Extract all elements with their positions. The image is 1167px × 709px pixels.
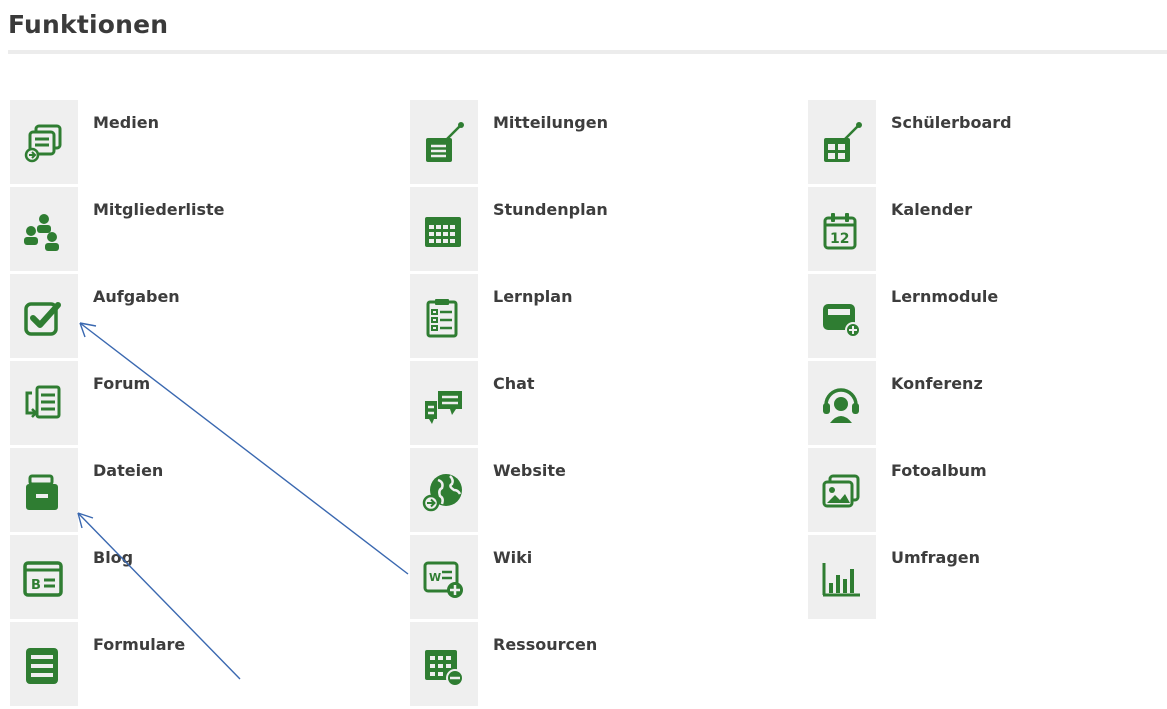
function-tile[interactable] bbox=[10, 448, 78, 532]
function-item-mitteilungen[interactable]: Mitteilungen bbox=[410, 100, 740, 187]
function-tile[interactable] bbox=[10, 622, 78, 706]
function-item-forum[interactable]: Forum bbox=[10, 361, 340, 448]
function-tile[interactable] bbox=[808, 274, 876, 358]
function-item-fotoalbum[interactable]: Fotoalbum bbox=[808, 448, 1138, 535]
announcements-icon bbox=[426, 122, 464, 162]
learning-modules-icon bbox=[823, 304, 861, 338]
function-label[interactable]: Umfragen bbox=[891, 548, 980, 567]
function-label[interactable]: Konferenz bbox=[891, 374, 983, 393]
svg-text:W: W bbox=[429, 571, 441, 584]
forms-icon bbox=[26, 648, 58, 684]
function-label[interactable]: Wiki bbox=[493, 548, 532, 567]
function-item-kalender[interactable]: 12 Kalender bbox=[808, 187, 1138, 274]
blog-icon: B bbox=[23, 561, 63, 597]
calendar-icon: 12 bbox=[823, 213, 857, 250]
function-tile[interactable] bbox=[410, 448, 478, 532]
function-tile[interactable] bbox=[410, 622, 478, 706]
function-label[interactable]: Ressourcen bbox=[493, 635, 597, 654]
chat-icon bbox=[425, 391, 462, 424]
function-item-lernplan[interactable]: Lernplan bbox=[410, 274, 740, 361]
function-item-dateien[interactable]: Dateien bbox=[10, 448, 340, 535]
function-item-lernmodule[interactable]: Lernmodule bbox=[808, 274, 1138, 361]
function-item-website[interactable]: Website bbox=[410, 448, 740, 535]
function-label[interactable]: Stundenplan bbox=[493, 200, 608, 219]
function-item-formulare[interactable]: Formulare bbox=[10, 622, 340, 709]
function-item-chat[interactable]: Chat bbox=[410, 361, 740, 448]
function-item-schuelerboard[interactable]: Schülerboard bbox=[808, 100, 1138, 187]
function-label[interactable]: Schülerboard bbox=[891, 113, 1012, 132]
function-item-stundenplan[interactable]: Stundenplan bbox=[410, 187, 740, 274]
function-tile[interactable]: 12 bbox=[808, 187, 876, 271]
function-label[interactable]: Lernplan bbox=[493, 287, 572, 306]
function-label[interactable]: Aufgaben bbox=[93, 287, 180, 306]
photo-album-icon bbox=[822, 474, 860, 508]
learning-plan-icon bbox=[426, 299, 458, 338]
function-tile[interactable] bbox=[808, 535, 876, 619]
function-label[interactable]: Chat bbox=[493, 374, 535, 393]
function-tile[interactable] bbox=[410, 187, 478, 271]
function-column-1: Medien Mitgliederliste Aufgaben Forum Da… bbox=[10, 100, 340, 709]
function-tile[interactable]: W bbox=[410, 535, 478, 619]
function-item-aufgaben[interactable]: Aufgaben bbox=[10, 274, 340, 361]
function-label[interactable]: Blog bbox=[93, 548, 133, 567]
function-item-blog[interactable]: B Blog bbox=[10, 535, 340, 622]
function-label[interactable]: Website bbox=[493, 461, 566, 480]
title-divider bbox=[8, 50, 1167, 54]
function-item-umfragen[interactable]: Umfragen bbox=[808, 535, 1138, 622]
function-label[interactable]: Mitteilungen bbox=[493, 113, 608, 132]
files-briefcase-icon bbox=[26, 474, 58, 510]
function-label[interactable]: Forum bbox=[93, 374, 150, 393]
function-label[interactable]: Medien bbox=[93, 113, 159, 132]
media-icon bbox=[24, 124, 62, 163]
function-column-3: Schülerboard 12 Kalender Lernmodule Konf… bbox=[808, 100, 1138, 622]
svg-text:B: B bbox=[31, 578, 41, 593]
function-label[interactable]: Mitgliederliste bbox=[93, 200, 225, 219]
function-tile[interactable] bbox=[10, 274, 78, 358]
function-label[interactable]: Dateien bbox=[93, 461, 163, 480]
function-tile[interactable] bbox=[808, 448, 876, 532]
function-tile[interactable] bbox=[808, 361, 876, 445]
function-tile[interactable] bbox=[410, 100, 478, 184]
function-tile[interactable] bbox=[10, 361, 78, 445]
forum-icon bbox=[25, 385, 61, 419]
function-tile[interactable] bbox=[410, 361, 478, 445]
function-item-ressourcen[interactable]: Ressourcen bbox=[410, 622, 740, 709]
function-label[interactable]: Fotoalbum bbox=[891, 461, 987, 480]
function-label[interactable]: Lernmodule bbox=[891, 287, 998, 306]
function-label[interactable]: Kalender bbox=[891, 200, 972, 219]
timetable-icon bbox=[425, 217, 461, 247]
function-tile[interactable] bbox=[10, 100, 78, 184]
members-icon bbox=[24, 214, 59, 251]
calendar-day-number: 12 bbox=[830, 231, 849, 247]
function-tile[interactable]: B bbox=[10, 535, 78, 619]
function-item-medien[interactable]: Medien bbox=[10, 100, 340, 187]
student-board-icon bbox=[824, 122, 862, 162]
function-item-konferenz[interactable]: Konferenz bbox=[808, 361, 1138, 448]
website-globe-icon bbox=[422, 474, 462, 512]
function-item-wiki[interactable]: W Wiki bbox=[410, 535, 740, 622]
conference-headset-icon bbox=[823, 388, 859, 423]
function-item-mitgliederliste[interactable]: Mitgliederliste bbox=[10, 187, 340, 274]
resources-icon bbox=[425, 650, 464, 687]
survey-chart-icon bbox=[822, 563, 860, 597]
function-tile[interactable] bbox=[808, 100, 876, 184]
page-title: Funktionen bbox=[8, 10, 169, 39]
function-tile[interactable] bbox=[410, 274, 478, 358]
function-label[interactable]: Formulare bbox=[93, 635, 185, 654]
tasks-checkbox-icon bbox=[24, 302, 61, 336]
function-column-2: Mitteilungen Stundenplan Lernplan Chat W… bbox=[410, 100, 740, 709]
function-tile[interactable] bbox=[10, 187, 78, 271]
wiki-icon: W bbox=[423, 561, 463, 598]
